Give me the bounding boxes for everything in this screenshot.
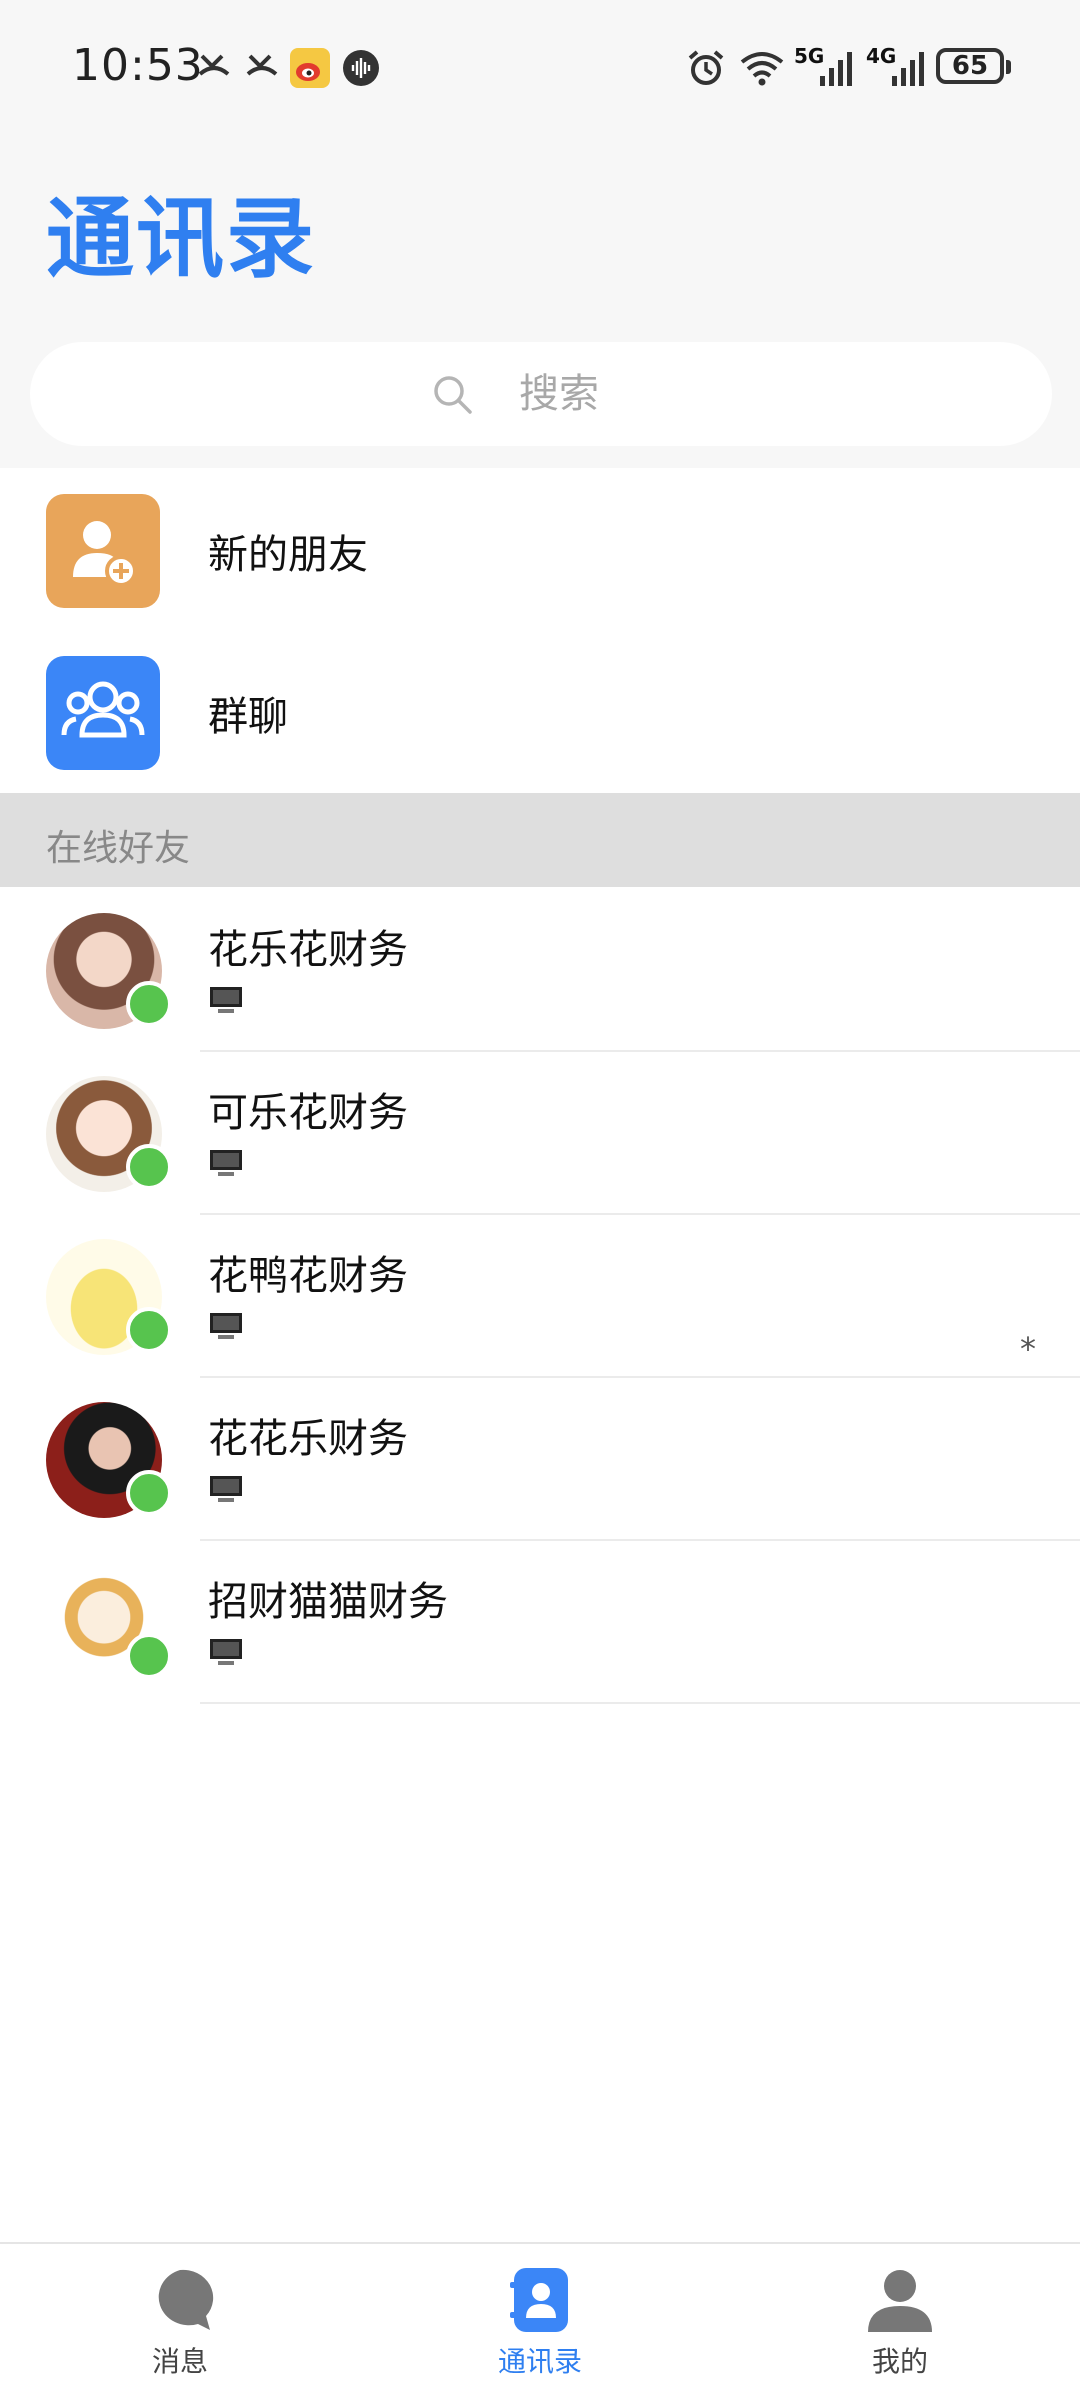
new-friends-label: 新的朋友 xyxy=(208,532,368,578)
contact-row[interactable]: 花乐花财务 xyxy=(0,889,1080,1052)
wifi-icon xyxy=(738,48,786,88)
contact-name: 可乐花财务 xyxy=(208,1090,408,1136)
desktop-icon xyxy=(208,1474,244,1510)
search-icon xyxy=(431,373,473,415)
online-status-dot xyxy=(126,981,172,1027)
voice-assistant-icon xyxy=(342,48,380,88)
contact-row[interactable]: 可乐花财务 xyxy=(0,1052,1080,1215)
page-title: 通讯录 xyxy=(46,187,317,290)
message-bubble-icon xyxy=(146,2266,214,2334)
tab-profile[interactable]: 我的 xyxy=(800,2244,1000,2389)
contact-row[interactable]: 花鸭花财务 xyxy=(0,1215,1080,1378)
profile-icon xyxy=(866,2266,934,2334)
desktop-icon xyxy=(208,1311,244,1347)
online-status-dot xyxy=(126,1633,172,1679)
battery-tip xyxy=(1006,60,1011,74)
status-bar: 10:53 5G 4G 65 xyxy=(0,0,1080,140)
section-title: 在线好友 xyxy=(46,828,191,869)
new-friends-row[interactable]: 新的朋友 xyxy=(0,470,1080,630)
signal-bars-icon xyxy=(818,48,858,88)
contacts-book-icon xyxy=(506,2266,574,2334)
signal-bars-icon xyxy=(890,48,930,88)
weibo-icon xyxy=(290,48,330,88)
contact-row[interactable]: 花花乐财务 xyxy=(0,1378,1080,1541)
tab-contacts[interactable]: 通讯录 xyxy=(440,2244,640,2389)
group-chat-row[interactable]: 群聊 xyxy=(0,632,1080,792)
desktop-icon xyxy=(208,985,244,1021)
group-chat-icon xyxy=(46,656,160,770)
group-chat-label: 群聊 xyxy=(208,694,288,740)
tab-messages[interactable]: 消息 xyxy=(80,2244,280,2389)
search-bar[interactable] xyxy=(30,342,1052,446)
row-divider xyxy=(200,1702,1080,1704)
contact-name: 花乐花财务 xyxy=(208,927,408,973)
star-mark: * xyxy=(1020,1330,1036,1368)
contact-row[interactable]: 招财猫猫财务 xyxy=(0,1541,1080,1704)
online-status-dot xyxy=(126,1470,172,1516)
tab-contacts-label: 通讯录 xyxy=(497,2345,582,2378)
tab-messages-label: 消息 xyxy=(151,2345,208,2378)
contact-name: 招财猫猫财务 xyxy=(208,1579,448,1625)
contact-name: 花鸭花财务 xyxy=(208,1253,408,1299)
contact-name: 花花乐财务 xyxy=(208,1416,408,1462)
missed-call-icon xyxy=(244,48,280,88)
alarm-icon xyxy=(686,48,726,88)
bottom-nav: 消息 通讯录 我的 xyxy=(0,2242,1080,2389)
tab-profile-label: 我的 xyxy=(871,2345,928,2378)
desktop-icon xyxy=(208,1637,244,1673)
online-status-dot xyxy=(126,1144,172,1190)
battery-indicator: 65 xyxy=(936,48,1004,84)
online-status-dot xyxy=(126,1307,172,1353)
online-friends-header: 在线好友 xyxy=(0,793,1080,887)
missed-call-icon xyxy=(196,48,232,88)
status-time: 10:53 xyxy=(72,40,204,91)
desktop-icon xyxy=(208,1148,244,1184)
add-friend-icon xyxy=(46,494,160,608)
search-input[interactable] xyxy=(517,370,651,418)
